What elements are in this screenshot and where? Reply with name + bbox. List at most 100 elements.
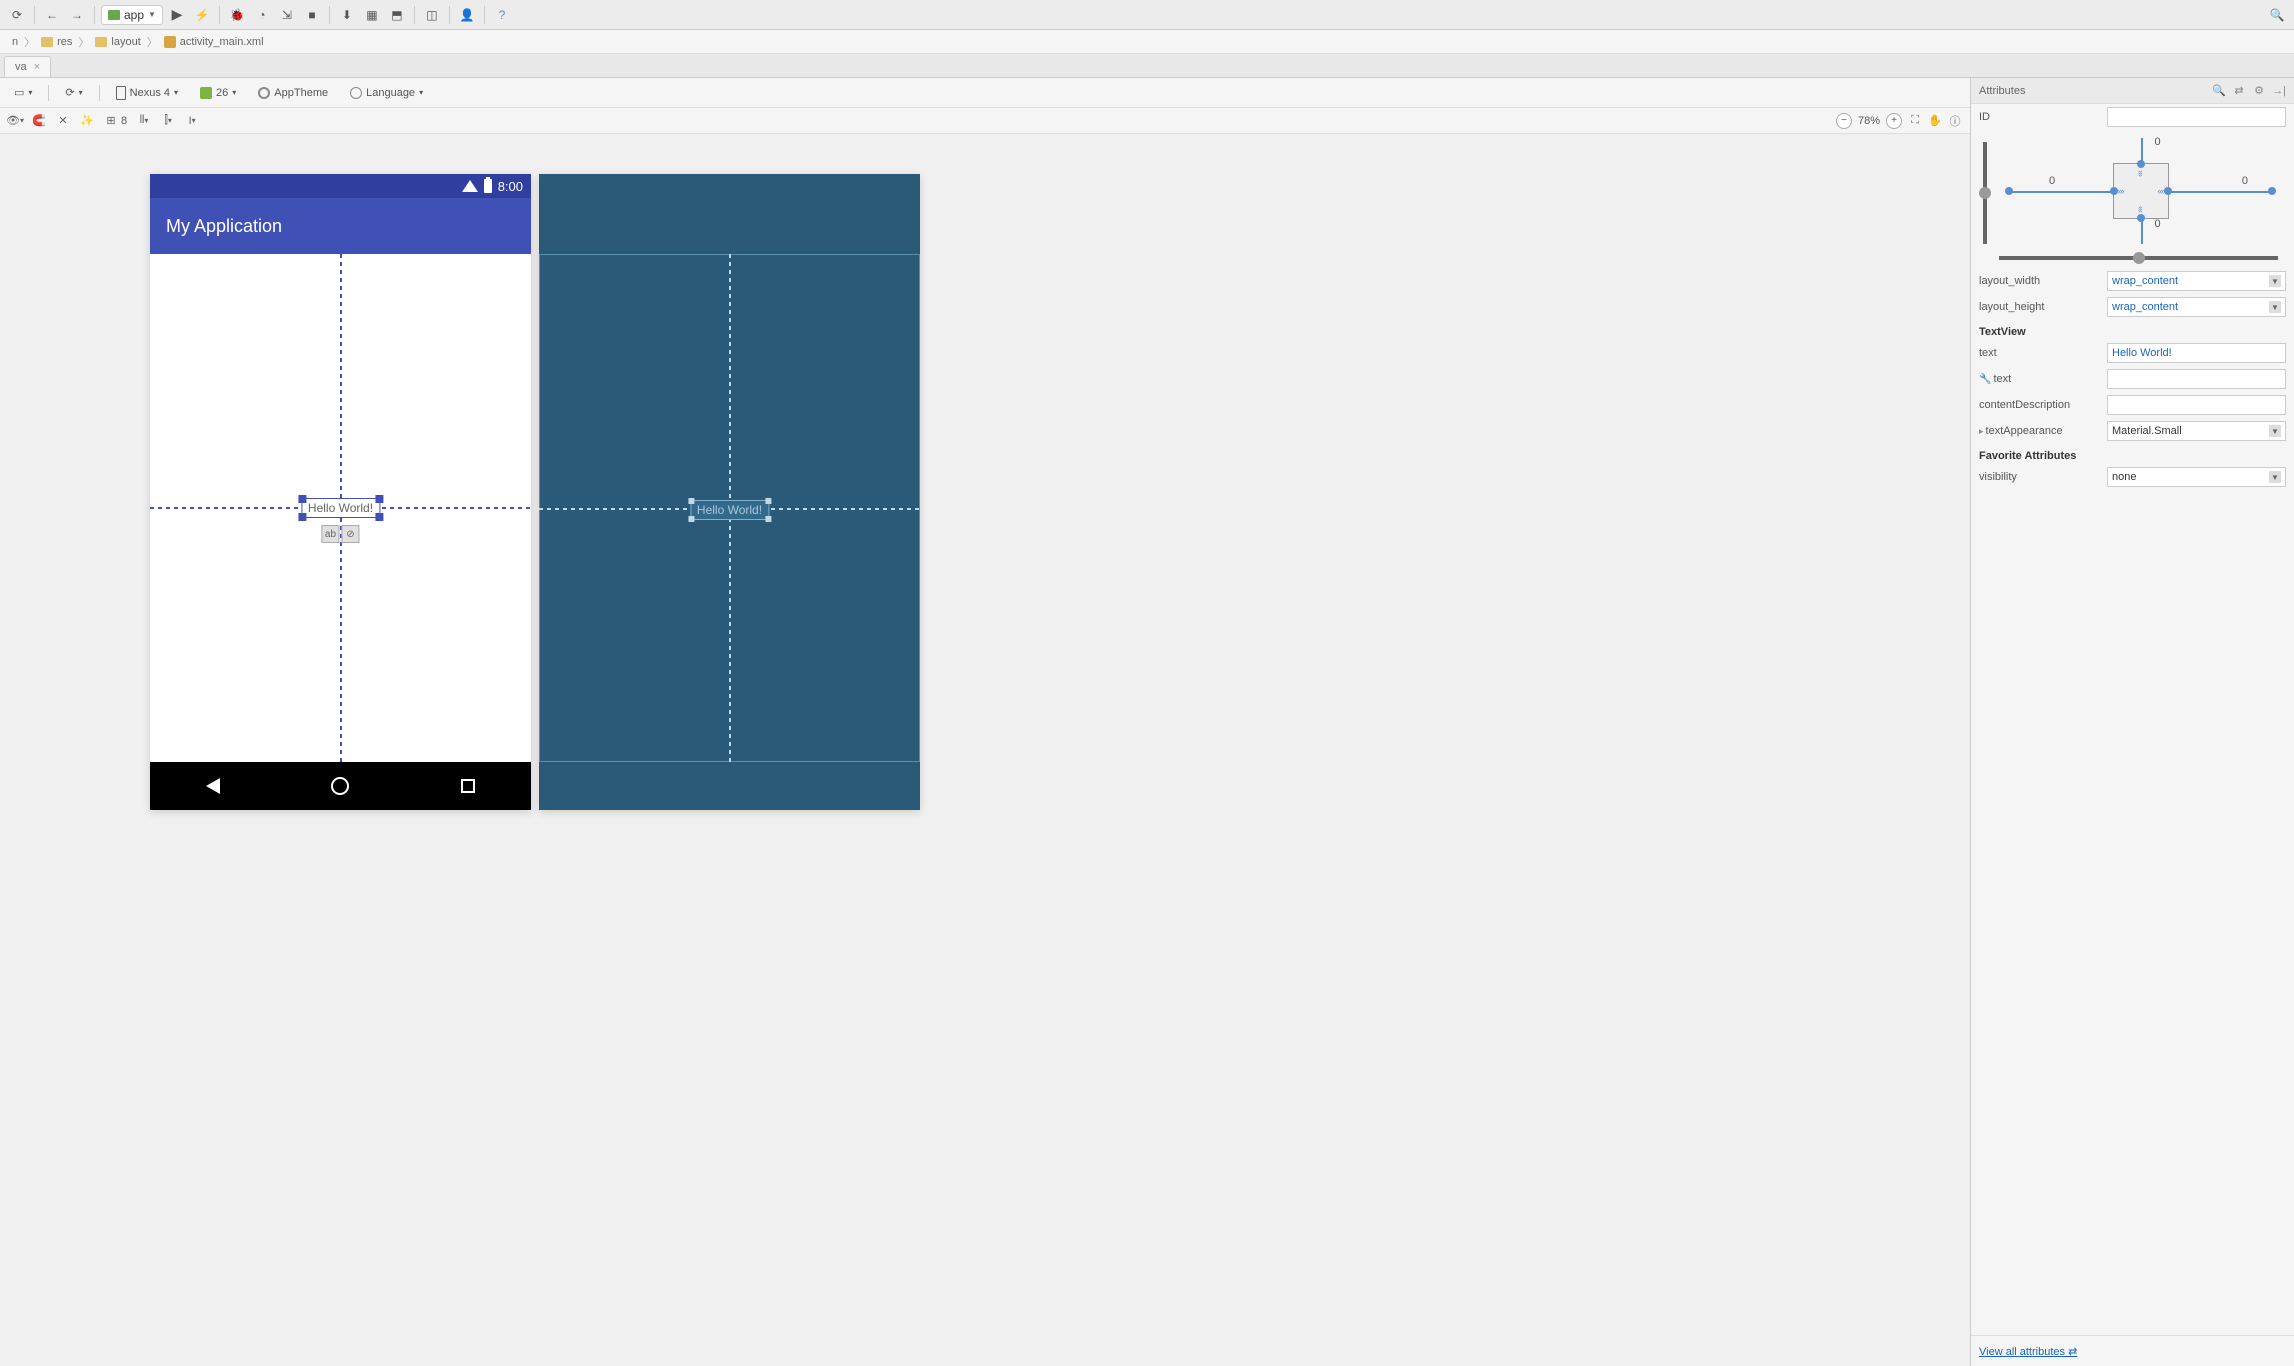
zoom-fit-icon[interactable]: ⛶ [1908,114,1922,128]
baseline-icon[interactable]: ab [321,525,339,543]
attach-icon[interactable]: ⇲ [276,4,298,26]
text-tool-input[interactable] [2107,369,2286,389]
constraint-anchor[interactable] [2137,160,2145,168]
constraint-anchor[interactable] [2268,187,2276,195]
device-dropdown[interactable]: Nexus 4 ▾ [110,83,184,103]
breadcrumb-item[interactable]: layout [91,34,144,50]
blueprint-preview[interactable]: Hello World! [539,174,920,810]
run-config-dropdown[interactable]: app ▼ [101,5,163,25]
device-preview[interactable]: 8:00 My Application Hello World! [150,174,531,810]
minimize-icon[interactable]: →| [2272,84,2286,98]
navigation-bar [150,762,531,810]
resize-handle[interactable] [298,513,306,521]
magnet-icon[interactable]: 🧲 [32,114,46,128]
close-icon[interactable]: × [34,61,40,73]
constraint-line-left[interactable] [2009,191,2113,193]
delete-constraint-icon[interactable]: ⊘ [341,525,359,543]
forward-icon[interactable]: → [66,4,88,26]
attr-layout-height-row: layout_height wrap_content▼ [1971,294,2294,320]
help-icon[interactable]: ? [491,4,513,26]
slider-thumb[interactable] [1979,187,1991,199]
resize-handle[interactable] [765,516,771,522]
folder-icon [108,10,120,20]
chevron-down-icon: ▼ [2269,301,2281,313]
content-desc-input[interactable] [2107,395,2286,415]
resize-handle[interactable] [688,516,694,522]
margin-right-value[interactable]: 0 [2242,175,2248,187]
resize-handle[interactable] [765,498,771,504]
visibility-select[interactable]: none▼ [2107,467,2286,487]
layout-content[interactable]: Hello World! ab ⊘ [150,254,531,762]
gear-icon[interactable]: ⚙ [2252,84,2266,98]
text-appearance-select[interactable]: Material.Small▼ [2107,421,2286,441]
stop-icon[interactable]: ■ [301,4,323,26]
attr-label: layout_height [1979,301,2099,313]
breadcrumb-item[interactable]: res [37,34,76,50]
horizontal-bias-slider[interactable] [1999,256,2278,260]
vertical-bias-slider[interactable] [1983,142,1987,244]
back-icon[interactable]: ← [41,4,63,26]
wrap-indicator-icon: ››› [2136,170,2146,176]
textview-widget[interactable]: Hello World! ab ⊘ [301,498,380,518]
profile-icon[interactable]: ◔ [251,4,273,26]
debug-icon[interactable]: 🐞 [226,4,248,26]
breadcrumb-item[interactable]: n [8,34,22,50]
margin-left-value[interactable]: 0 [2049,175,2055,187]
constraint-line-right[interactable] [2169,191,2273,193]
constraint-line-bottom[interactable] [2141,219,2143,244]
infer-constraints-icon[interactable]: ✨ [80,114,94,128]
pan-icon[interactable]: ✋ [1928,114,1942,128]
default-margin-value[interactable]: 8 [121,115,127,127]
breadcrumb-item[interactable]: activity_main.xml [160,34,268,50]
search-icon[interactable]: 🔍 [2212,84,2226,98]
expand-icon[interactable]: ▸ [1979,426,1984,436]
resize-handle[interactable] [688,498,694,504]
margin-top-value[interactable]: 0 [2155,136,2161,148]
warnings-icon[interactable]: ⓘ [1948,114,1962,128]
constraint-anchor[interactable] [2110,187,2118,195]
guideline-dropdown[interactable]: I ▾ [185,114,199,128]
language-dropdown[interactable]: Language ▾ [344,84,429,102]
sdk-icon[interactable]: ⬒ [386,4,408,26]
layout-height-select[interactable]: wrap_content▼ [2107,297,2286,317]
zoom-in-button[interactable]: + [1886,113,1902,129]
swap-icon[interactable]: ⇄ [2232,84,2246,98]
run-button[interactable]: ▶ [166,4,188,26]
apply-changes-icon[interactable]: ⚡ [191,4,213,26]
slider-thumb[interactable] [2133,252,2145,264]
resize-handle[interactable] [375,495,383,503]
search-icon[interactable]: 🔍 [2266,4,2288,26]
attr-content-desc-row: contentDescription [1971,392,2294,418]
resize-handle[interactable] [298,495,306,503]
zoom-out-button[interactable]: − [1836,113,1852,129]
constraint-box[interactable]: ››› ‹‹‹ ››› ‹‹‹ [2113,163,2169,219]
api-dropdown[interactable]: 26 ▾ [194,84,242,102]
theme-dropdown[interactable]: AppTheme [252,84,334,102]
layout-width-select[interactable]: wrap_content▼ [2107,271,2286,291]
resize-handle[interactable] [375,513,383,521]
sync-icon[interactable]: ⬇ [336,4,358,26]
constraint-anchor[interactable] [2164,187,2172,195]
eye-icon[interactable]: 👁 ▾ [8,114,22,128]
id-input[interactable] [2107,107,2286,127]
constraint-inspector[interactable]: ››› ‹‹‹ ››› ‹‹‹ 0 0 0 0 [1979,134,2286,264]
view-mode-dropdown[interactable]: ▭ ▾ [8,83,38,102]
attr-label: layout_width [1979,275,2099,287]
constraint-anchor[interactable] [2137,214,2145,222]
margin-bottom-value[interactable]: 0 [2155,218,2161,230]
user-icon[interactable]: 👤 [456,4,478,26]
blueprint-textview-widget[interactable]: Hello World! [690,500,769,520]
avd-icon[interactable]: ▦ [361,4,383,26]
pack-dropdown[interactable]: ⫴ ▾ [137,114,151,128]
orientation-dropdown[interactable]: ⟳ ▾ [59,83,88,102]
view-all-attributes-link[interactable]: View all attributes ⇄ [1979,1346,2077,1358]
layout-inspect-icon[interactable]: ◫ [421,4,443,26]
constraint-anchor[interactable] [2005,187,2013,195]
align-dropdown[interactable]: ⫿ ▾ [161,114,175,128]
attr-text-tool-row: 🔧text [1971,366,2294,392]
tab-file[interactable]: va × [4,56,51,77]
text-input[interactable] [2107,343,2286,363]
reimport-icon[interactable]: ⟳ [6,4,28,26]
clear-constraints-icon[interactable]: ✕ [56,114,70,128]
design-canvas[interactable]: 8:00 My Application Hello World! [0,134,1970,1366]
